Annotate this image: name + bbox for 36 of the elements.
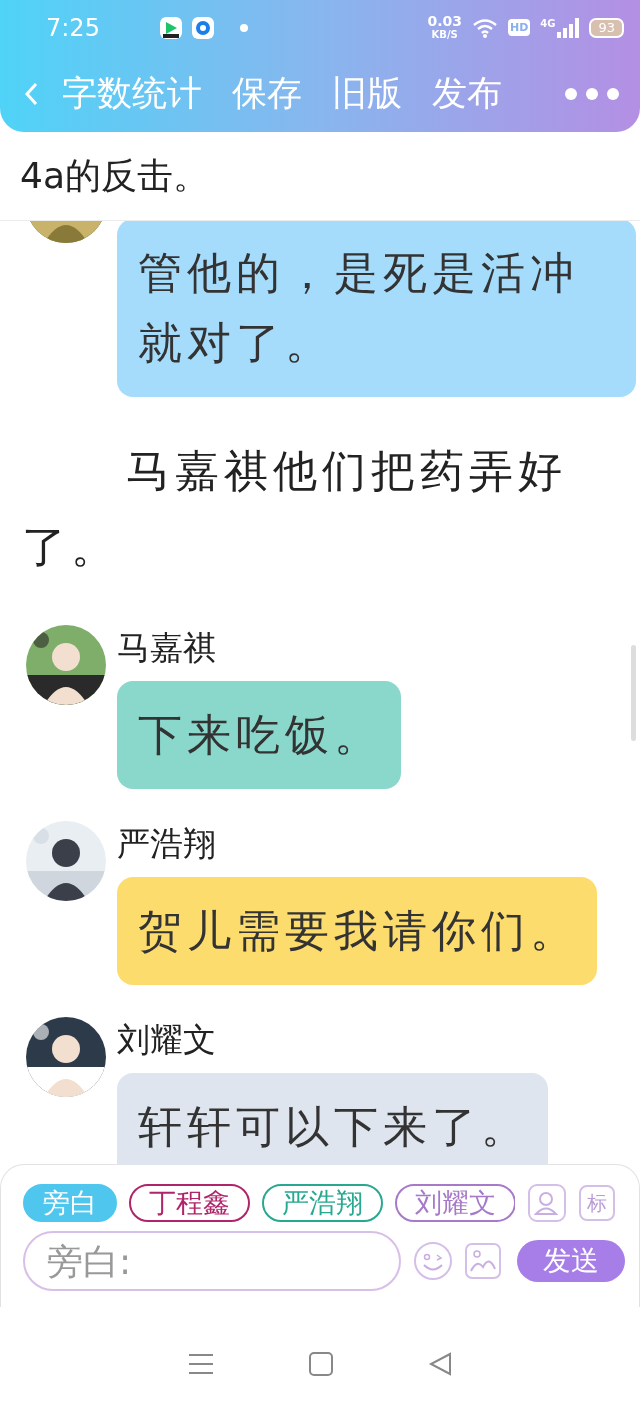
hd-badge: HD [507, 19, 531, 36]
scrollbar[interactable] [631, 645, 636, 741]
narration-text: 马嘉祺他们把药弄好了。 [21, 444, 568, 574]
emoji-icon[interactable] [413, 1241, 453, 1281]
message-bubble: 下来吃饭。 [117, 681, 401, 789]
role-chip[interactable]: 刘耀文 [395, 1184, 515, 1222]
chapter-title: 4a的反击。 [20, 153, 209, 198]
message-bubble: 贺儿需要我请你们。 [117, 877, 597, 985]
more-icon[interactable] [564, 86, 620, 101]
toolbar-action[interactable]: 发布 [432, 70, 502, 117]
speaker-name: 马嘉祺 [117, 627, 216, 669]
notification-dot-icon [239, 23, 248, 32]
role-chip[interactable]: 丁程鑫 [129, 1184, 250, 1222]
contact-icon[interactable] [527, 1183, 567, 1223]
home-icon[interactable] [309, 1351, 333, 1376]
message-bubble: 管他的，是死是活冲就对了。 [117, 221, 636, 397]
back-icon[interactable] [428, 1351, 453, 1376]
toolbar-action[interactable]: 保存 [232, 70, 302, 117]
toolbar-action[interactable]: 字数统计 [62, 70, 202, 117]
app-icon [191, 16, 214, 39]
toolbar-action[interactable]: 旧版 [332, 70, 402, 117]
menu-icon[interactable] [187, 1352, 214, 1375]
message-bubble: 轩轩可以下来了。 [117, 1073, 548, 1165]
role-chip[interactable]: 旁白 [23, 1184, 117, 1222]
network-speed: 0.03 KB/S [427, 14, 462, 41]
role-chip[interactable]: 严浩翔 [262, 1184, 383, 1222]
tag-button[interactable]: 标 [579, 1185, 615, 1221]
image-icon[interactable] [465, 1243, 501, 1279]
speaker-name: 严浩翔 [117, 823, 216, 865]
app-icon [159, 16, 182, 39]
speaker-name: 刘耀文 [117, 1019, 216, 1061]
status-time: 7:25 [46, 13, 100, 42]
wifi-icon [471, 17, 498, 38]
message-input[interactable]: 旁白: [23, 1231, 401, 1291]
battery-icon: 93 [589, 17, 624, 38]
send-button[interactable]: 发送 [517, 1240, 625, 1282]
